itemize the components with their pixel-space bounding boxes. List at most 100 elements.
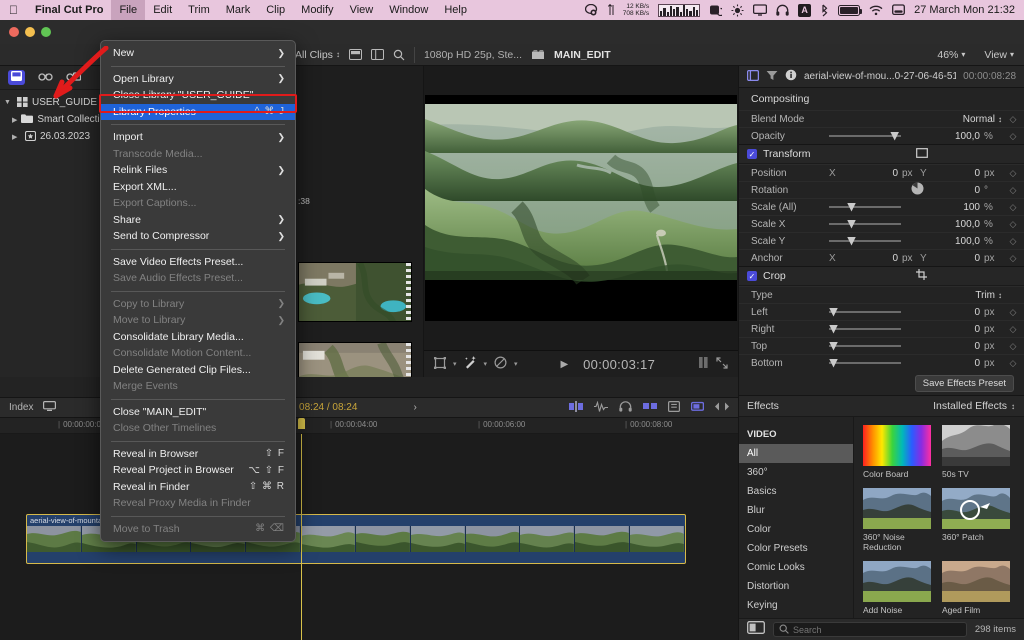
wifi-icon[interactable] — [869, 5, 883, 16]
effects-sidebar-toggle-icon[interactable] — [747, 620, 765, 639]
effects-category-color[interactable]: Color — [739, 520, 853, 539]
menu-item-import[interactable]: Import ❯ — [101, 129, 295, 146]
clip-skimming-icon[interactable] — [568, 400, 583, 415]
crop-right-value[interactable]: 0 — [932, 324, 980, 335]
menu-item-help[interactable]: Help — [436, 0, 475, 20]
timeline-index-button[interactable]: Index — [9, 402, 33, 413]
effects-category-basics[interactable]: Basics — [739, 482, 853, 501]
rotation-dial[interactable] — [911, 182, 924, 198]
anchor-y-value[interactable]: 0 — [932, 253, 980, 264]
sidebar-tab-photos-audio[interactable] — [38, 70, 53, 85]
transform-onscreen-icon[interactable] — [916, 147, 928, 161]
effects-category-all[interactable]: All — [739, 444, 853, 463]
effects-category-comic-looks[interactable]: Comic Looks — [739, 558, 853, 577]
window-controls[interactable] — [0, 27, 51, 37]
scale-all-value[interactable]: 100 — [932, 202, 980, 213]
rotation-row[interactable]: Rotation 0 ° ◇ — [739, 181, 1024, 198]
browser-clip-thumbnail[interactable] — [298, 262, 412, 322]
disclosure-triangle-icon[interactable]: ▶ — [12, 133, 20, 141]
battery-icon[interactable] — [838, 4, 863, 16]
timeline-playhead[interactable] — [298, 418, 305, 640]
headphones-icon[interactable] — [619, 400, 632, 415]
browser-clip-thumbnail[interactable] — [298, 342, 412, 377]
anchor-x-value[interactable]: 0 — [850, 253, 898, 264]
apple-icon[interactable]:  — [0, 4, 27, 16]
position-row[interactable]: Position X 0 px Y 0 px ◇ — [739, 164, 1024, 181]
keyframe-button[interactable]: ◇ — [1002, 307, 1024, 318]
crop-bottom-slider[interactable] — [829, 358, 901, 368]
display-icon[interactable] — [753, 4, 768, 16]
disclosure-triangle-icon[interactable]: ▶ — [12, 116, 17, 124]
audio-meter-icon[interactable] — [698, 356, 709, 372]
menu-item-new[interactable]: New ❯ — [101, 45, 295, 62]
sidebar-item-user-guide[interactable]: ▼ USER_GUIDE — [0, 94, 107, 111]
keyframe-button[interactable]: ◇ — [1002, 324, 1024, 335]
all-clips-filter[interactable]: All Clips ↕ — [295, 49, 340, 61]
menu-item-mark[interactable]: Mark — [218, 0, 258, 20]
scale-y-row[interactable]: Scale Y 100,0 % ◇ — [739, 232, 1024, 249]
keyframe-button[interactable]: ◇ — [1002, 185, 1024, 196]
rotation-value[interactable]: 0 — [932, 185, 980, 196]
timeline-project-name[interactable]: MAIN_EDIT — [554, 49, 611, 61]
keyframe-button[interactable]: ◇ — [1002, 358, 1024, 369]
menu-item-export-xml[interactable]: Export XML... — [101, 179, 295, 196]
menu-bar-clock[interactable]: 27 March Mon 21:32 — [914, 4, 1015, 16]
keyframe-button[interactable]: ◇ — [1002, 131, 1024, 142]
scale-y-slider[interactable] — [829, 236, 901, 246]
effects-search-input[interactable] — [793, 624, 961, 635]
inspector-tab-info-icon[interactable] — [785, 68, 797, 86]
anchor-row[interactable]: Anchor X 0 px Y 0 px ◇ — [739, 249, 1024, 266]
maximize-window-button[interactable] — [41, 27, 51, 37]
keyframe-button[interactable]: ◇ — [1002, 236, 1024, 247]
crop-onscreen-icon[interactable] — [916, 269, 928, 283]
crop-left-row[interactable]: Left 0 px ◇ — [739, 303, 1024, 320]
viewer-stage[interactable] — [424, 66, 738, 350]
position-y-value[interactable]: 0 — [932, 168, 980, 179]
keyframe-button[interactable]: ◇ — [1002, 253, 1024, 264]
crop-left-value[interactable]: 0 — [932, 307, 980, 318]
effect-item[interactable]: 50s TV — [942, 425, 1010, 479]
network-speed-indicator[interactable]: 12 KB/s 708 KB/s — [623, 3, 649, 17]
fullscreen-icon[interactable] — [716, 356, 728, 372]
opacity-slider[interactable] — [829, 131, 901, 141]
inspector-tab-video-icon[interactable] — [746, 68, 760, 86]
crop-checkbox[interactable]: ✓ — [747, 271, 757, 281]
opacity-value[interactable]: 100,0 — [932, 131, 980, 142]
brightness-icon[interactable] — [731, 4, 744, 17]
bluetooth-icon[interactable] — [820, 4, 829, 17]
menu-item-library-properties[interactable]: Library Properties ^ ⌘ J — [101, 103, 295, 120]
viewer-timecode[interactable]: 00:00:03:17 — [583, 357, 655, 372]
scale-x-slider[interactable] — [829, 219, 901, 229]
effect-item[interactable]: 360° Noise Reduction — [863, 488, 931, 552]
menu-item-modify[interactable]: Modify — [293, 0, 341, 20]
effect-item[interactable]: Aged Film — [942, 561, 1010, 615]
transform-tool-icon[interactable] — [434, 356, 446, 372]
menu-item-save-video-effects-preset[interactable]: Save Video Effects Preset... — [101, 254, 295, 271]
crop-top-slider[interactable] — [829, 341, 901, 351]
menu-item-view[interactable]: View — [342, 0, 382, 20]
keyframe-button[interactable]: ◇ — [1002, 114, 1024, 125]
play-icon[interactable]: ▶ — [560, 359, 568, 370]
effects-category-list[interactable]: VIDEO All 360° Basics Blur Color Color P… — [739, 417, 854, 618]
crop-type-row[interactable]: Type Trim ↕ ◇ — [739, 286, 1024, 303]
view-menu-button[interactable]: View ▾ — [984, 49, 1014, 61]
effect-item[interactable]: Add Noise — [863, 561, 931, 615]
position-x-value[interactable]: 0 — [850, 168, 898, 179]
close-window-button[interactable] — [9, 27, 19, 37]
file-dropdown-menu[interactable]: New ❯ Open Library ❯ Close Library "USER_G… — [100, 40, 296, 542]
save-effects-preset-button[interactable]: Save Effects Preset — [914, 374, 1014, 392]
control-center-icon[interactable] — [892, 4, 906, 16]
effect-item[interactable]: 360° Patch — [942, 488, 1010, 552]
cleaner-icon[interactable] — [584, 4, 599, 16]
blend-mode-dropdown[interactable]: Normal ↕ — [963, 114, 1002, 125]
search-icon[interactable] — [393, 49, 405, 61]
menu-item-delete-generated-clip-files[interactable]: Delete Generated Clip Files... — [101, 362, 295, 379]
effects-category-keying[interactable]: Keying — [739, 596, 853, 615]
chevron-down-icon[interactable]: ▾ — [514, 360, 518, 368]
keyframe-button[interactable]: ◇ — [1002, 202, 1024, 213]
scale-y-value[interactable]: 100,0 — [932, 236, 980, 247]
crop-bottom-value[interactable]: 0 — [932, 358, 980, 369]
scale-x-row[interactable]: Scale X 100,0 % ◇ — [739, 215, 1024, 232]
crop-type-dropdown[interactable]: Trim ↕ — [975, 290, 1002, 301]
scale-all-slider[interactable] — [829, 202, 901, 212]
